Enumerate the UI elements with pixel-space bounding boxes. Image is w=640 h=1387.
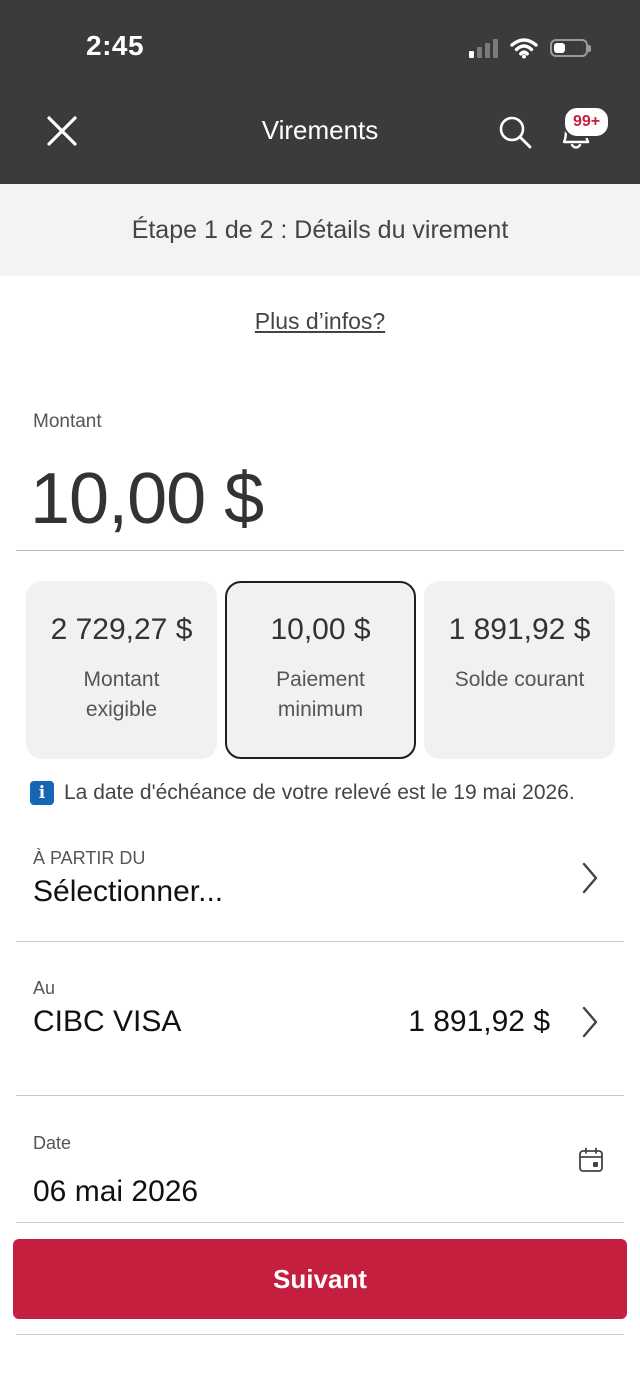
divider — [16, 1095, 624, 1096]
due-date-notice: i La date d'échéance de votre relevé est… — [30, 781, 575, 805]
quick-amount-value: 1 891,92 $ — [448, 613, 591, 646]
quick-amount-due[interactable]: 2 729,27 $ Montant exigible — [26, 581, 217, 759]
status-time: 2:45 — [86, 30, 145, 61]
date-label: Date — [33, 1133, 72, 1153]
quick-amount-minimum[interactable]: 10,00 $ Paiement minimum — [225, 581, 416, 759]
chevron-right-icon — [582, 862, 598, 894]
more-info-link[interactable]: Plus d’infos? — [0, 308, 640, 335]
from-account-label: À PARTIR DU — [33, 848, 146, 868]
amount-input[interactable]: 10,00 $ — [30, 458, 264, 540]
to-account-balance: 1 891,92 $ — [408, 1005, 550, 1038]
page-title: Virements — [261, 115, 379, 145]
divider — [16, 1334, 624, 1335]
status-icons — [469, 36, 591, 60]
divider — [16, 1222, 624, 1223]
battery-fill — [554, 43, 565, 53]
quick-amount-options: 2 729,27 $ Montant exigible 10,00 $ Paie… — [26, 581, 615, 759]
to-account-value: CIBC VISA — [33, 1005, 182, 1038]
divider — [16, 941, 624, 942]
quick-amount-value: 10,00 $ — [270, 613, 371, 646]
chevron-right-icon — [582, 1006, 598, 1038]
wifi-icon — [510, 38, 538, 59]
from-account-selector[interactable]: À PARTIR DU Sélectionner... — [0, 840, 640, 940]
next-button[interactable]: Suivant — [13, 1239, 627, 1319]
notification-badge[interactable]: 99+ — [563, 106, 611, 138]
amount-label: Montant — [33, 411, 102, 432]
quick-amount-label: Paiement minimum — [276, 668, 365, 721]
from-account-value: Sélectionner... — [33, 875, 224, 908]
quick-amount-value: 2 729,27 $ — [50, 613, 193, 646]
to-account-label: Au — [33, 978, 56, 998]
date-field[interactable]: Date 06 mai 2026 — [0, 1125, 640, 1221]
info-icon: i — [30, 781, 54, 805]
top-bar: 2:45 Virements 99+ — [0, 0, 640, 184]
amount-underline — [16, 550, 624, 551]
quick-amount-label: Solde courant — [454, 668, 585, 691]
search-icon[interactable] — [496, 113, 534, 151]
due-date-text: La date d'échéance de votre relevé est l… — [64, 781, 575, 804]
quick-amount-balance[interactable]: 1 891,92 $ Solde courant — [424, 581, 615, 759]
to-account-selector[interactable]: Au CIBC VISA 1 891,92 $ — [0, 970, 640, 1090]
step-indicator: Étape 1 de 2 : Détails du virement — [0, 184, 640, 276]
quick-amount-label: Montant exigible — [83, 668, 160, 721]
date-value: 06 mai 2026 — [33, 1175, 199, 1208]
calendar-icon[interactable] — [578, 1147, 604, 1173]
signal-icon — [469, 38, 498, 58]
battery-icon — [550, 39, 591, 57]
